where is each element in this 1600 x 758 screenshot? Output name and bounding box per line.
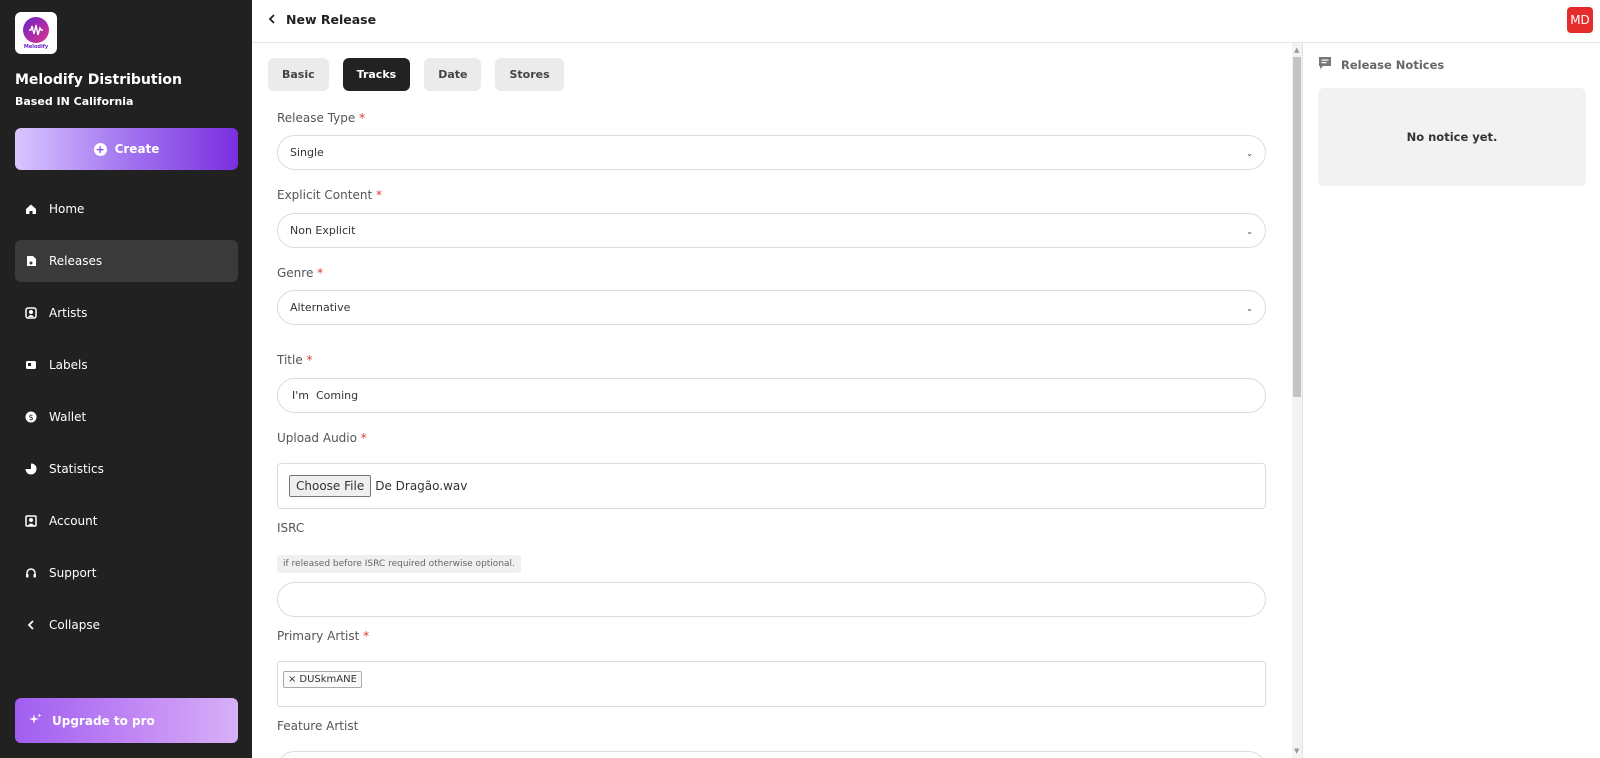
artists-icon [25, 307, 37, 319]
sidebar-item-wallet[interactable]: $ Wallet [15, 396, 238, 438]
no-notice-text: No notice yet. [1406, 130, 1498, 144]
sidebar-item-label: Releases [49, 254, 103, 268]
genre-select[interactable]: Alternative ⌄ [277, 290, 1266, 325]
scroll-down-icon[interactable]: ▼ [1294, 747, 1299, 755]
sidebar-item-artists[interactable]: Artists [15, 292, 238, 334]
create-button[interactable]: + Create [15, 128, 238, 170]
chevron-left-icon [25, 619, 37, 631]
sidebar-item-support[interactable]: Support [15, 552, 238, 594]
isrc-input[interactable] [277, 582, 1266, 617]
release-form: Basic Tracks Date Stores Release Type * … [252, 43, 1292, 758]
tab-stores[interactable]: Stores [495, 58, 564, 91]
tab-date[interactable]: Date [424, 58, 482, 91]
sidebar-item-label: Labels [49, 358, 88, 372]
title-value: I'm Coming [292, 389, 359, 402]
isrc-hint: if released before ISRC required otherwi… [277, 555, 521, 573]
genre-label: Genre * [277, 266, 324, 280]
statistics-icon [25, 463, 37, 475]
back-button[interactable]: New Release [268, 12, 376, 27]
required-marker: * [317, 266, 324, 280]
wallet-icon: $ [25, 411, 37, 423]
explicit-content-select[interactable]: Non Explicit ⌄ [277, 213, 1266, 248]
explicit-content-label: Explicit Content * [277, 188, 382, 202]
upgrade-label: Upgrade to pro [52, 713, 155, 728]
sidebar: Melodify Melodify Distribution Based IN … [0, 0, 252, 758]
chevron-down-icon: ⌄ [1246, 227, 1253, 236]
top-bar: New Release MD [252, 0, 1600, 43]
sidebar-item-releases[interactable]: Releases [15, 240, 238, 282]
artist-chip-label: DUSkmANE [299, 674, 357, 685]
sidebar-item-label: Account [49, 514, 98, 528]
feature-artist-label: Feature Artist [277, 719, 359, 733]
genre-value: Alternative [290, 301, 351, 314]
sidebar-item-home[interactable]: Home [15, 188, 238, 230]
release-type-label: Release Type * [277, 111, 366, 125]
scroll-up-icon[interactable]: ▲ [1294, 46, 1299, 54]
sidebar-item-label: Collapse [49, 618, 100, 632]
choose-file-button[interactable]: Choose File [289, 475, 372, 497]
remove-chip-icon[interactable]: × [288, 674, 296, 685]
primary-artist-input[interactable]: × DUSkmANE [277, 661, 1266, 707]
sidebar-item-label: Home [49, 202, 85, 216]
required-marker: * [360, 431, 367, 445]
logo-mark-icon [23, 16, 49, 43]
brand-logo[interactable]: Melodify [15, 12, 57, 54]
sidebar-item-account[interactable]: Account [15, 500, 238, 542]
create-label: Create [114, 142, 160, 156]
release-type-value: Single [290, 146, 324, 159]
page-title: New Release [286, 12, 377, 27]
isrc-label: ISRC [277, 521, 305, 535]
brand-name: Melodify Distribution [15, 72, 182, 88]
feature-artist-input[interactable] [277, 751, 1266, 758]
sidebar-item-label: Wallet [49, 410, 87, 424]
required-marker: * [359, 111, 366, 125]
sidebar-item-label: Statistics [49, 462, 104, 476]
explicit-content-value: Non Explicit [290, 224, 356, 237]
releases-icon [25, 255, 37, 267]
comment-icon [1318, 56, 1332, 73]
panel-divider [1302, 43, 1303, 758]
file-name: De Dragão.wav [375, 479, 468, 493]
plus-circle-icon: + [93, 142, 107, 156]
avatar[interactable]: MD [1567, 7, 1593, 33]
sidebar-item-statistics[interactable]: Statistics [15, 448, 238, 490]
required-marker: * [363, 629, 370, 643]
sidebar-item-label: Support [49, 566, 97, 580]
labels-icon [25, 359, 37, 371]
account-icon [25, 515, 37, 527]
main-scrollbar[interactable]: ▲ ▼ [1292, 43, 1302, 758]
tab-basic[interactable]: Basic [268, 58, 329, 91]
scrollbar-thumb[interactable] [1293, 57, 1301, 397]
tab-tracks[interactable]: Tracks [342, 58, 411, 91]
sidebar-item-label: Artists [49, 306, 88, 320]
logo-text: Melodify [23, 43, 49, 50]
brand-tagline: Based IN California [15, 95, 134, 108]
upload-audio-label: Upload Audio * [277, 431, 367, 445]
chevron-down-icon: ⌄ [1246, 149, 1253, 158]
sparkle-icon [29, 713, 42, 729]
required-marker: * [375, 188, 382, 202]
sidebar-item-collapse[interactable]: Collapse [15, 604, 238, 646]
tab-bar: Basic Tracks Date Stores [268, 58, 564, 91]
required-marker: * [306, 353, 313, 367]
artist-chip: × DUSkmANE [283, 671, 362, 688]
svg-text:$: $ [28, 413, 33, 422]
title-input[interactable]: I'm Coming [277, 378, 1266, 413]
sidebar-item-labels[interactable]: Labels [15, 344, 238, 386]
upload-audio-field: Choose File De Dragão.wav [277, 463, 1266, 509]
primary-artist-label: Primary Artist * [277, 629, 370, 643]
upgrade-button[interactable]: Upgrade to pro [15, 698, 238, 743]
release-type-select[interactable]: Single ⌄ [277, 135, 1266, 170]
notice-box: No notice yet. [1318, 88, 1586, 186]
release-notices-title: Release Notices [1341, 57, 1445, 72]
home-icon [25, 203, 37, 215]
support-icon [25, 567, 37, 579]
chevron-down-icon: ⌄ [1246, 304, 1253, 313]
release-notices-header: Release Notices [1318, 56, 1444, 73]
title-label: Title * [277, 353, 313, 367]
chevron-left-icon [268, 12, 276, 27]
